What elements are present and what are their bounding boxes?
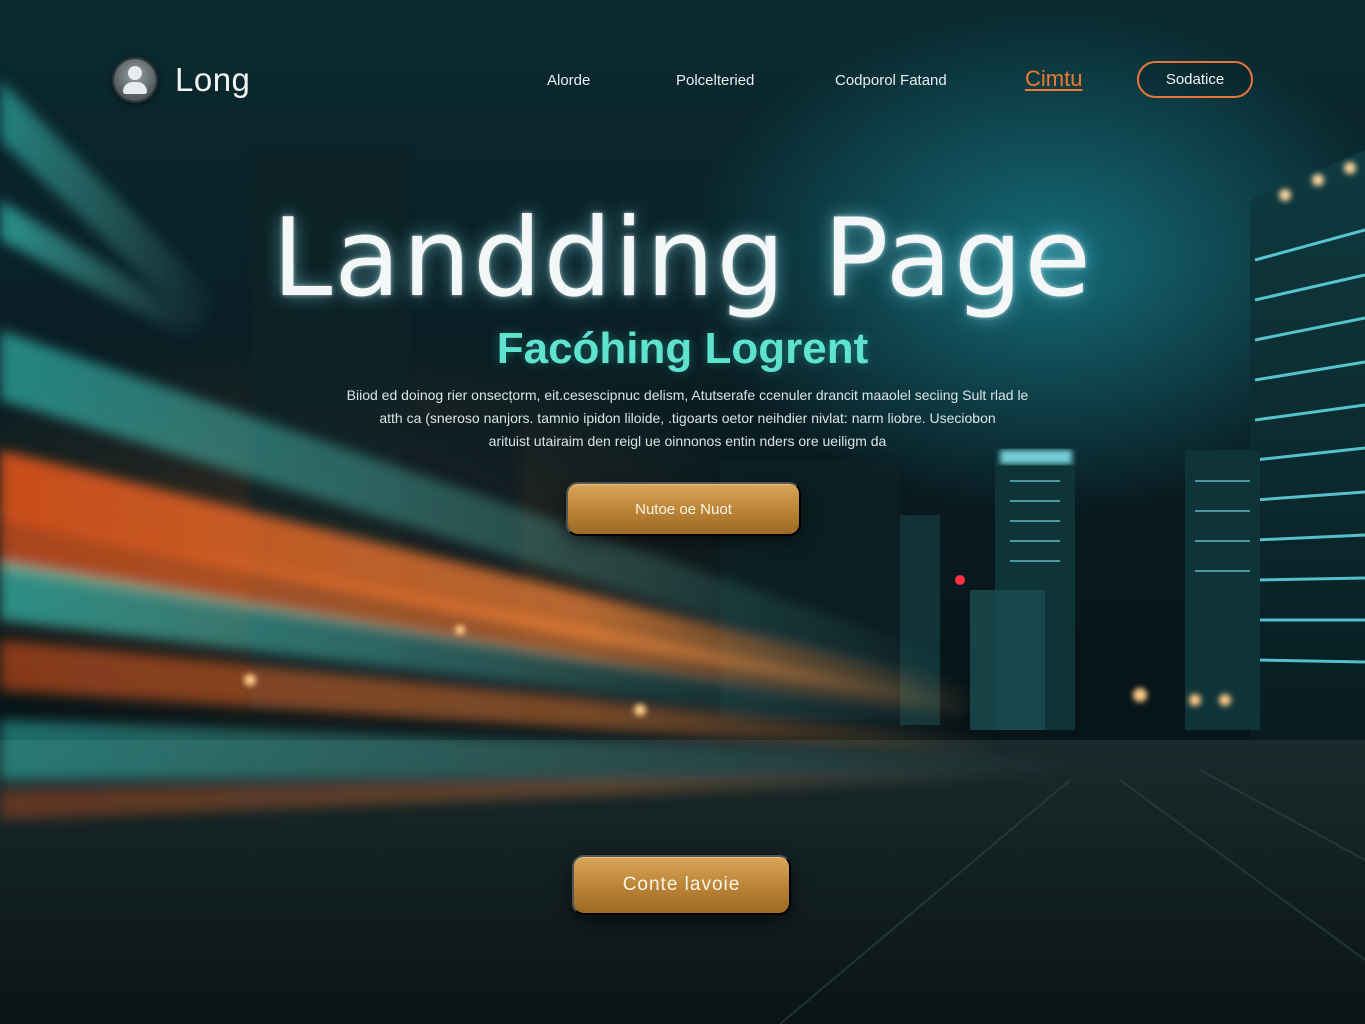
nav-link-accent[interactable]: Cimtu (1025, 66, 1082, 92)
user-avatar-icon (112, 57, 158, 103)
brand-logo[interactable]: Long (112, 57, 250, 103)
hero-description-line: Biiod ed doinog rier onsecțorm, eit.cese… (346, 387, 1029, 403)
top-navigation: Long Alorde Polcelteried Codporol Fatand… (0, 0, 1365, 160)
primary-cta-button[interactable]: Nutoe oe Nuot (566, 482, 801, 536)
hero-title: Landding Page (272, 196, 1093, 321)
hero-description-line: atth ca (sneroso nanjors. tamnio ipidon … (379, 410, 996, 426)
secondary-cta-button[interactable]: Conte lavoie (572, 855, 791, 915)
hero-subtitle: Facóhing Logrent (496, 324, 869, 373)
nav-cta-button[interactable]: Sodatice (1137, 61, 1253, 98)
hero-description: Biiod ed doinog rier onsecțorm, eit.cese… (330, 384, 1045, 453)
landing-page: Long Alorde Polcelteried Codporol Fatand… (0, 0, 1365, 1024)
nav-link-alorde[interactable]: Alorde (547, 72, 590, 89)
nav-link-codporol-fatand[interactable]: Codporol Fatand (835, 72, 947, 89)
brand-name: Long (175, 61, 251, 98)
hero-description-line: arituist utairaim den reigl ue oinnonos … (488, 433, 887, 449)
nav-link-polcelteried[interactable]: Polcelteried (676, 72, 754, 89)
